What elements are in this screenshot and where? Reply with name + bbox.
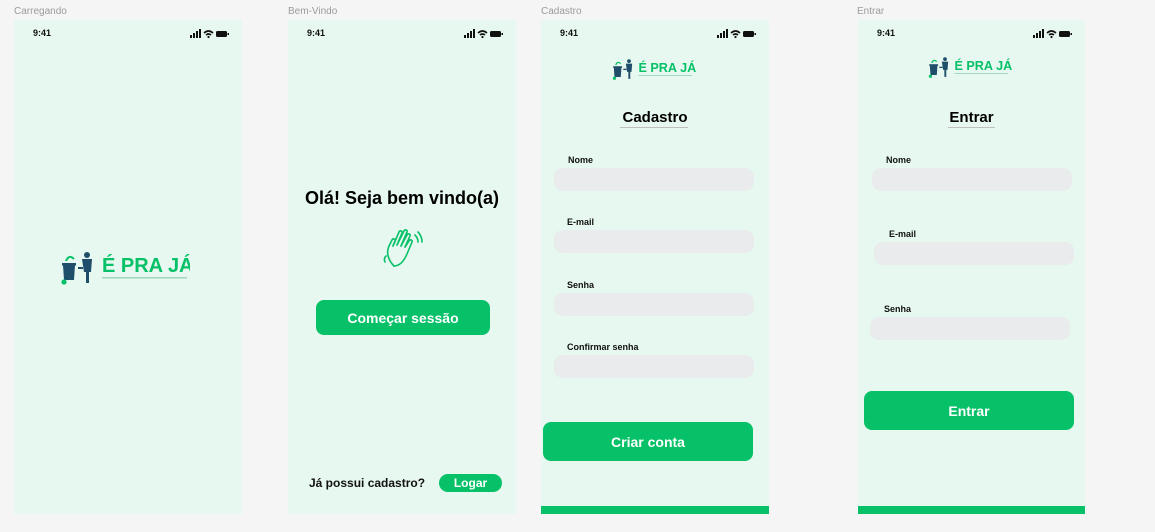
welcome-greeting: Olá! Seja bem vindo(a) <box>304 188 500 208</box>
status-time: 9:41 <box>560 28 579 38</box>
confirm-password-input[interactable] <box>554 355 754 378</box>
battery-icon <box>490 31 503 37</box>
signal-icon <box>717 29 728 38</box>
frame-label-login: Entrar <box>857 6 885 17</box>
signal-icon <box>190 29 201 38</box>
status-icons <box>190 29 229 39</box>
status-bar: 9:41 <box>541 28 769 40</box>
brand-logo: É PRA JÁ <box>61 252 190 285</box>
field-label-name: Nome <box>568 155 594 165</box>
frame-label-signup: Cadastro <box>541 6 582 17</box>
login-screen: 9:41 É PRA JÁ Entrar Nome E-mail Senha E… <box>858 20 1085 514</box>
status-icons <box>1033 29 1072 39</box>
logo-wordmark: É PRA JÁ <box>954 58 1012 73</box>
password-input[interactable] <box>554 293 754 316</box>
status-icons <box>464 29 503 39</box>
page-title: Entrar <box>949 109 994 126</box>
email-input[interactable] <box>554 230 754 253</box>
bottom-bar <box>541 506 769 514</box>
login-prompt: Já possui cadastro? <box>309 476 426 490</box>
logo-icon <box>612 59 633 80</box>
logo-icon <box>61 252 92 285</box>
battery-icon <box>216 31 229 37</box>
title-underline <box>948 127 995 128</box>
start-session-button[interactable]: Começar sessão <box>316 300 490 335</box>
wifi-icon <box>1046 30 1057 39</box>
frame-label-loading: Carregando <box>14 6 67 17</box>
email-input[interactable] <box>874 242 1074 265</box>
password-input[interactable] <box>870 317 1070 340</box>
bottom-bar <box>858 506 1085 514</box>
field-label-confirm-password: Confirmar senha <box>567 342 639 352</box>
status-bar: 9:41 <box>858 28 1085 40</box>
status-time: 9:41 <box>877 28 896 38</box>
status-time: 9:41 <box>307 28 326 38</box>
signal-icon <box>464 29 475 38</box>
brand-logo: É PRA JÁ <box>612 59 696 80</box>
frame-label-welcome: Bem-Vindo <box>288 6 338 17</box>
title-underline <box>620 127 688 128</box>
brand-logo: É PRA JÁ <box>928 57 1012 78</box>
field-label-name: Nome <box>886 155 912 165</box>
loading-screen: 9:41 É PRA JÁ <box>14 20 242 514</box>
status-time: 9:41 <box>33 28 52 38</box>
name-input[interactable] <box>872 168 1072 191</box>
logo-icon <box>928 57 949 78</box>
field-label-email: E-mail <box>889 229 917 239</box>
logo-wordmark: É PRA JÁ <box>102 254 190 277</box>
field-label-password: Senha <box>884 304 912 314</box>
wave-hand-icon <box>383 229 423 267</box>
field-label-email: E-mail <box>567 217 595 227</box>
wifi-icon <box>730 30 741 39</box>
status-bar: 9:41 <box>14 28 242 40</box>
page-title: Cadastro <box>622 109 688 126</box>
name-input[interactable] <box>554 168 754 191</box>
wifi-icon <box>477 30 488 39</box>
field-label-password: Senha <box>567 280 595 290</box>
welcome-screen: 9:41 Olá! Seja bem vindo(a) Começar sess… <box>288 20 516 514</box>
login-button[interactable]: Entrar <box>864 391 1074 430</box>
create-account-button[interactable]: Criar conta <box>543 422 753 461</box>
battery-icon <box>743 31 756 37</box>
logo-wordmark: É PRA JÁ <box>638 60 696 75</box>
battery-icon <box>1059 31 1072 37</box>
login-link-button[interactable]: Logar <box>439 474 502 492</box>
signup-screen: 9:41 É PRA JÁ Cadastro Nome E-mail Senha… <box>541 20 769 514</box>
signal-icon <box>1033 29 1044 38</box>
wifi-icon <box>203 30 214 39</box>
status-icons <box>717 29 756 39</box>
status-bar: 9:41 <box>288 28 516 40</box>
